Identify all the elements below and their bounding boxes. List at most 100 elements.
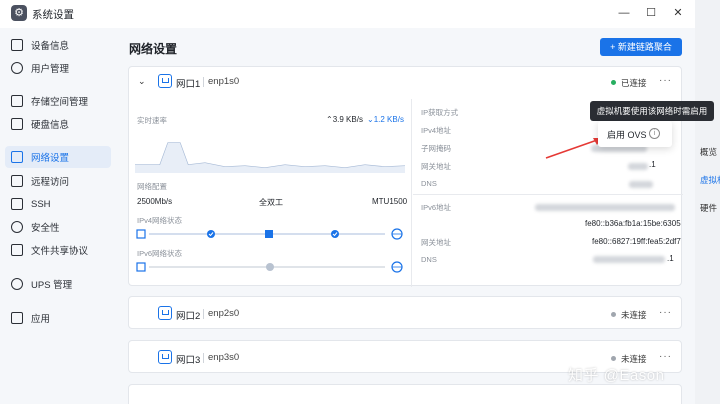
router-icon [265, 230, 273, 238]
port2-card[interactable]: 网口2 enp2s0 未连接 ··· [128, 296, 682, 329]
disconnected-dot-icon [611, 356, 616, 361]
window-title: 系统设置 [32, 9, 74, 21]
new-link-aggregation-button[interactable]: + 新建链路聚合 [600, 38, 682, 56]
ipv6-state-label: IPv6网络状态 [137, 249, 183, 258]
gateway-value-suffix: .1 [649, 160, 656, 169]
apps-icon [11, 312, 23, 324]
sidebar-item-share[interactable]: 文件共享协议 [5, 239, 111, 261]
sidebar-item-apps[interactable]: 应用 [5, 307, 111, 329]
port3-device: enp3s0 [208, 352, 240, 363]
sidebar: 设备信息 用户管理 存储空间管理 硬盘信息 网络设置 远程访问 SSH 安全性 [0, 28, 115, 404]
hardware-tab[interactable]: 硬件 [700, 202, 717, 214]
disk-icon [11, 118, 23, 130]
download-rate: ⌄1.2 KB/s [367, 115, 404, 124]
gear-icon: ⚙ [11, 5, 27, 21]
link-speed: 2500Mb/s [137, 197, 173, 206]
page-title: 网络设置 [129, 42, 178, 56]
storage-icon [11, 95, 23, 107]
sidebar-item-network[interactable]: 网络设置 [5, 146, 111, 168]
overview-tab[interactable]: 概览 [700, 146, 717, 158]
more-icon[interactable]: ··· [659, 351, 672, 362]
ipv6-dns-label: DNS [421, 255, 437, 264]
traffic-chart [135, 142, 406, 173]
sidebar-item-label: UPS 管理 [31, 280, 73, 291]
info-icon[interactable]: i [649, 128, 660, 139]
port4-card-partial[interactable] [128, 384, 682, 404]
ipv6-state-diagram [136, 261, 403, 273]
redacted-value [535, 204, 675, 211]
ssh-icon [11, 198, 23, 210]
port2-name: 网口2 [176, 311, 201, 322]
maximize-button[interactable]: ☐ [641, 4, 661, 22]
realtime-rate-label: 实时速率 [137, 116, 167, 125]
sidebar-item-storage[interactable]: 存储空间管理 [5, 90, 111, 112]
sidebar-item-label: 文件共享协议 [31, 246, 89, 257]
upload-rate: ⌃3.9 KB/s [326, 115, 363, 124]
ovs-tooltip: 虚拟机要使用该网络时需启用 [590, 101, 714, 126]
sidebar-item-ssh[interactable]: SSH [5, 193, 111, 215]
sidebar-item-security[interactable]: 安全性 [5, 216, 111, 238]
mtu-value: MTU1500 [372, 197, 408, 206]
watermark: 知乎 @Eason [568, 367, 665, 384]
port2-status: 未连接 [621, 310, 647, 320]
port-context-menu: 启用 OVS i [598, 121, 672, 147]
port1-stats-panel: 实时速率 ⌃3.9 KB/s ⌄1.2 KB/s 网络配置 2500Mb/s 全… [129, 99, 412, 287]
redacted-value [593, 256, 665, 263]
system-settings-window: ⚙ 系统设置 — ☐ ✕ 设备信息 用户管理 存储空间管理 硬盘信息 网络设置 … [0, 0, 695, 404]
sidebar-item-label: 存储空间管理 [31, 97, 89, 108]
sidebar-item-label: 用户管理 [31, 64, 70, 75]
ipv6-dns-suffix: .1 [667, 254, 674, 263]
sidebar-item-disk[interactable]: 硬盘信息 [5, 113, 111, 135]
minimize-button[interactable]: — [614, 4, 634, 22]
network-config-label: 网络配置 [137, 182, 167, 191]
ethernet-port-icon [158, 306, 172, 320]
close-button[interactable]: ✕ [668, 4, 688, 22]
chevron-down-icon[interactable]: ⌄ [138, 76, 146, 87]
divider [203, 309, 204, 319]
sidebar-item-label: SSH [31, 198, 51, 210]
ipv6-label: IPv6地址 [421, 203, 452, 212]
ups-icon [11, 278, 23, 290]
more-icon[interactable]: ··· [659, 307, 672, 318]
redacted-value [629, 181, 653, 188]
sidebar-item-label: 远程访问 [31, 177, 70, 188]
port3-name: 网口3 [176, 355, 201, 366]
ipv6-link-local-value: fe80::b36a:fb1a:15be:6305 [585, 219, 681, 228]
dns-label: DNS [421, 179, 437, 188]
port1-status: 已连接 [621, 78, 647, 88]
sidebar-item-users[interactable]: 用户管理 [5, 57, 111, 79]
shield-icon [11, 221, 23, 233]
sidebar-item-label: 设备信息 [31, 41, 70, 52]
redacted-value [628, 163, 648, 170]
ipv6-gateway-value: fe80::6827:19ff:fea5:2df7 [592, 237, 681, 246]
vm-tab[interactable]: 虚拟机 [700, 174, 720, 186]
sidebar-item-remote[interactable]: 远程访问 [5, 170, 111, 192]
divider [203, 77, 204, 87]
enable-ovs-item[interactable]: 启用 OVS [607, 128, 647, 141]
device-info-icon [11, 39, 23, 51]
ipv6-gateway-label: 网关地址 [421, 238, 451, 247]
disconnected-dot-icon [611, 312, 616, 317]
remote-icon [11, 175, 23, 187]
ipv4-state-label: IPv4网络状态 [137, 216, 183, 225]
sidebar-item-label: 安全性 [31, 223, 60, 234]
connected-dot-icon [611, 80, 616, 85]
port2-device: enp2s0 [208, 308, 240, 319]
divider [203, 353, 204, 363]
ethernet-port-icon [158, 350, 172, 364]
port1-device: enp1s0 [208, 76, 240, 87]
more-icon[interactable]: ··· [659, 75, 672, 86]
divider [413, 194, 683, 195]
sidebar-item-label: 应用 [31, 314, 51, 325]
background-window: 概览 虚拟机 硬件 [695, 0, 720, 404]
port1-name: 网口1 [176, 79, 201, 90]
port1-header[interactable]: ⌄ 网口1 enp1s0 已连接 ··· [129, 67, 681, 93]
sidebar-item-ups[interactable]: UPS 管理 [5, 273, 111, 295]
duplex-mode: 全双工 [259, 198, 283, 207]
port1-card: ⌄ 网口1 enp1s0 已连接 ··· 实时速率 ⌃3.9 KB/s ⌄1.2… [128, 66, 683, 287]
user-icon [11, 62, 23, 74]
sidebar-item-label: 硬盘信息 [31, 120, 70, 131]
sidebar-item-device-info[interactable]: 设备信息 [5, 34, 111, 56]
main-content: 网络设置 + 新建链路聚合 ⌄ 网口1 enp1s0 已连接 ··· 实时速率 … [115, 28, 695, 404]
network-icon [11, 151, 23, 163]
